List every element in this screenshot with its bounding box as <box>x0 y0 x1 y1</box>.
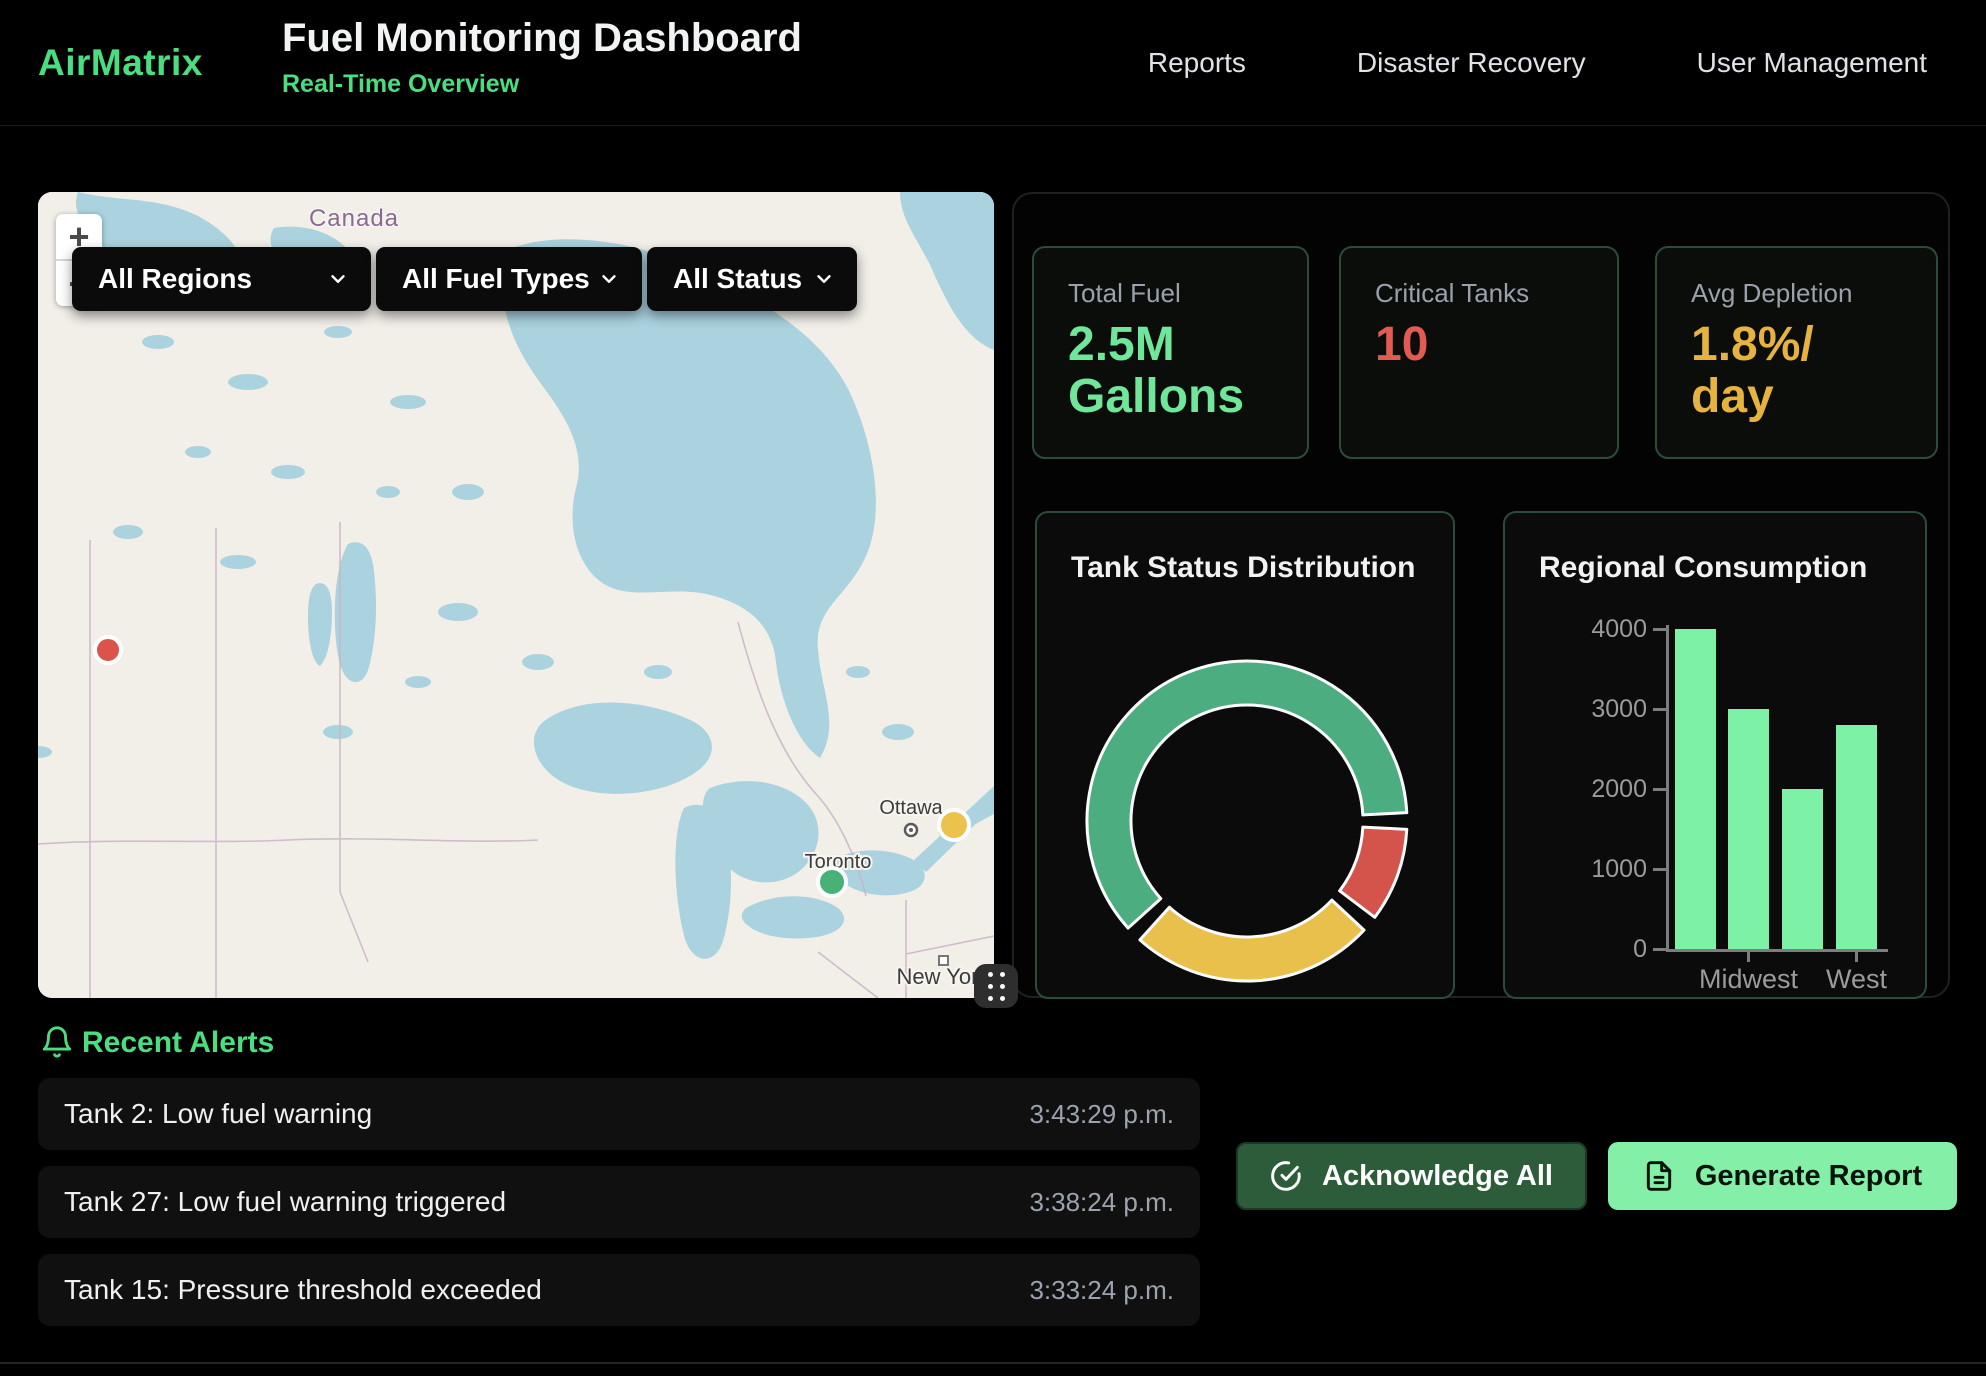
chevron-down-icon <box>327 268 349 290</box>
bar-3 <box>1836 725 1877 949</box>
bar-0 <box>1675 629 1716 949</box>
tank-status-donut-chart <box>1037 513 1457 999</box>
donut-segment-red <box>1340 827 1407 917</box>
map-marker-critical[interactable] <box>95 637 121 663</box>
generate-report-button[interactable]: Generate Report <box>1608 1142 1957 1210</box>
page-title: Fuel Monitoring Dashboard <box>282 16 802 61</box>
bar-y-tick-label: 4000 <box>1525 615 1647 643</box>
status-filter-value: All Status <box>673 263 802 295</box>
town-dot-ottawa-core <box>909 828 913 832</box>
map-marker-normal[interactable] <box>818 868 846 896</box>
alert-text: Tank 15: Pressure threshold exceeded <box>64 1274 542 1306</box>
bar-y-tick-label: 1000 <box>1525 855 1647 883</box>
resize-grip-icon[interactable] <box>974 964 1018 1008</box>
main-nav: Reports Disaster Recovery User Managemen… <box>1148 0 1927 126</box>
bar-y-tick <box>1653 948 1666 951</box>
map-panel[interactable]: Canada Ottawa Toronto New York + − <box>38 192 994 998</box>
page-subtitle: Real-Time Overview <box>282 70 802 99</box>
town-dot-new-york <box>939 956 948 965</box>
bar-y-tick <box>1653 868 1666 871</box>
alert-row[interactable]: Tank 27: Low fuel warning triggered 3:38… <box>38 1166 1200 1238</box>
bar-y-tick-label: 3000 <box>1525 695 1647 723</box>
alert-timestamp: 3:38:24 p.m. <box>1029 1187 1174 1218</box>
chevron-down-icon <box>813 268 835 290</box>
generate-report-label: Generate Report <box>1695 1160 1922 1193</box>
stat-value: 1.8%/ day <box>1691 319 1936 423</box>
map-label-canada: Canada <box>309 205 399 232</box>
nav-user-management[interactable]: User Management <box>1697 47 1927 79</box>
alert-text: Tank 2: Low fuel warning <box>64 1098 372 1130</box>
bar-y-tick-label: 0 <box>1525 935 1647 963</box>
tank-status-chart-card: Tank Status Distribution <box>1035 511 1455 999</box>
check-circle-icon <box>1270 1160 1302 1192</box>
file-text-icon <box>1643 1160 1675 1192</box>
stat-value: 10 <box>1375 319 1617 371</box>
bar-x-tick <box>1747 952 1750 962</box>
donut-segment-yellow <box>1140 900 1364 981</box>
acknowledge-all-button[interactable]: Acknowledge All <box>1236 1142 1587 1210</box>
bar-2 <box>1782 789 1823 949</box>
regional-consumption-bar-chart: 01000200030004000MidwestWest <box>1505 513 1925 997</box>
nav-disaster-recovery[interactable]: Disaster Recovery <box>1357 47 1586 79</box>
alert-timestamp: 3:33:24 p.m. <box>1029 1275 1174 1306</box>
bar-chart-y-axis <box>1666 625 1669 952</box>
title-block: Fuel Monitoring Dashboard Real-Time Over… <box>282 16 802 99</box>
fuel-type-filter-select[interactable]: All Fuel Types <box>376 247 642 311</box>
region-filter-value: All Regions <box>98 263 252 295</box>
bar-x-tick <box>1855 952 1858 962</box>
map-label-ottawa: Ottawa <box>879 797 943 819</box>
bar-y-tick <box>1653 628 1666 631</box>
fuel-type-filter-value: All Fuel Types <box>402 263 590 295</box>
bottom-divider <box>0 1362 1986 1364</box>
stat-card-avg-depletion: Avg Depletion 1.8%/ day <box>1655 246 1938 459</box>
bar-y-tick-label: 2000 <box>1525 775 1647 803</box>
bar-y-tick <box>1653 788 1666 791</box>
metrics-panel: Total Fuel 2.5M Gallons Critical Tanks 1… <box>1012 192 1950 998</box>
alert-timestamp: 3:43:29 p.m. <box>1029 1099 1174 1130</box>
alert-row[interactable]: Tank 15: Pressure threshold exceeded 3:3… <box>38 1254 1200 1326</box>
region-filter-select[interactable]: All Regions <box>72 247 371 311</box>
status-filter-select[interactable]: All Status <box>647 247 857 311</box>
acknowledge-all-label: Acknowledge All <box>1322 1160 1553 1193</box>
chevron-down-icon <box>598 268 620 290</box>
regional-consumption-chart-card: Regional Consumption 01000200030004000Mi… <box>1503 511 1927 999</box>
map-marker-warning[interactable] <box>939 810 969 840</box>
bar-1 <box>1728 709 1769 949</box>
recent-alerts-heading: Recent Alerts <box>82 1026 274 1060</box>
stat-card-total-fuel: Total Fuel 2.5M Gallons <box>1032 246 1309 459</box>
stat-label: Avg Depletion <box>1691 278 1936 309</box>
alert-row[interactable]: Tank 2: Low fuel warning 3:43:29 p.m. <box>38 1078 1200 1150</box>
app-header: AirMatrix Fuel Monitoring Dashboard Real… <box>0 0 1986 126</box>
fuel-monitoring-dashboard: AirMatrix Fuel Monitoring Dashboard Real… <box>0 0 1986 1376</box>
nav-reports[interactable]: Reports <box>1148 47 1246 79</box>
stat-value: 2.5M Gallons <box>1068 319 1307 423</box>
bar-x-tick-label: West <box>1772 964 1942 995</box>
bell-icon <box>40 1024 74 1060</box>
bar-y-tick <box>1653 708 1666 711</box>
brand-logo[interactable]: AirMatrix <box>38 0 203 126</box>
stat-label: Critical Tanks <box>1375 278 1617 309</box>
alert-text: Tank 27: Low fuel warning triggered <box>64 1186 506 1218</box>
stat-label: Total Fuel <box>1068 278 1307 309</box>
stat-card-critical-tanks: Critical Tanks 10 <box>1339 246 1619 459</box>
map-canvas: Canada Ottawa Toronto New York <box>38 192 994 998</box>
